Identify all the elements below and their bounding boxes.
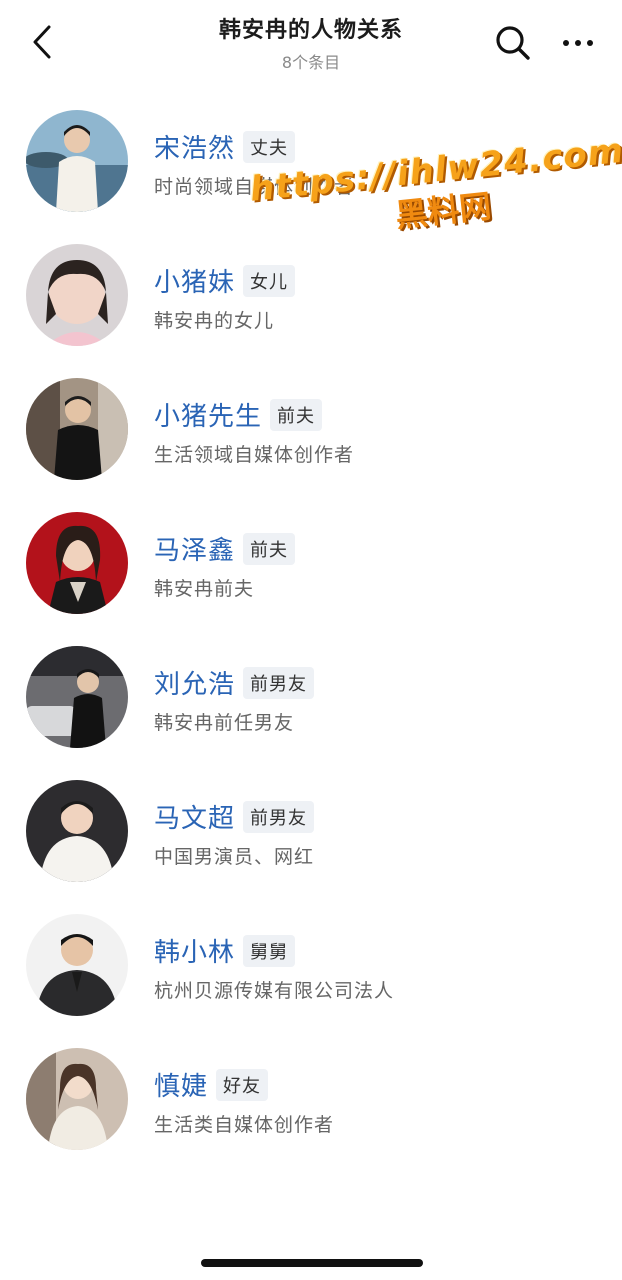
relation-tag: 前夫 — [270, 398, 323, 431]
person-description: 生活领域自媒体创作者 — [154, 444, 355, 466]
person-name[interactable]: 小猪先生 — [154, 396, 262, 433]
relation-tag: 前夫 — [243, 532, 296, 565]
person-description: 韩安冉前夫 — [154, 578, 255, 600]
avatar — [26, 378, 128, 480]
list-item[interactable]: 韩小林 舅舅 杭州贝源传媒有限公司法人 — [0, 912, 622, 1046]
relation-tag: 丈夫 — [243, 130, 296, 163]
relation-tag: 前男友 — [243, 666, 315, 699]
name-row: 小猪先生 前夫 — [154, 396, 323, 433]
person-name[interactable]: 马文超 — [154, 798, 235, 835]
relation-tag: 女儿 — [243, 264, 296, 297]
relation-tag: 前男友 — [243, 800, 315, 833]
avatar — [26, 646, 128, 748]
list-item[interactable]: 马文超 前男友 中国男演员、网红 — [0, 778, 622, 912]
avatar — [26, 780, 128, 882]
name-row: 小猪妹 女儿 — [154, 262, 296, 299]
more-button[interactable] — [556, 22, 600, 64]
list-item[interactable]: 小猪妹 女儿 韩安冉的女儿 — [0, 242, 622, 376]
more-horizontal-icon — [563, 40, 593, 46]
person-name[interactable]: 慎婕 — [154, 1066, 208, 1103]
list-item[interactable]: 刘允浩 前男友 韩安冉前任男友 — [0, 644, 622, 778]
person-description: 时尚领域自媒体创作者 — [154, 176, 355, 198]
list-item[interactable]: 宋浩然 丈夫 时尚领域自媒体创作者 — [0, 108, 622, 242]
person-description: 韩安冉的女儿 — [154, 310, 275, 332]
name-row: 慎婕 好友 — [154, 1066, 269, 1103]
person-description: 生活类自媒体创作者 — [154, 1114, 335, 1136]
relation-tag: 好友 — [216, 1068, 269, 1101]
person-name[interactable]: 韩小林 — [154, 932, 235, 969]
avatar — [26, 110, 128, 212]
person-name[interactable]: 宋浩然 — [154, 128, 235, 165]
relationship-list: 宋浩然 丈夫 时尚领域自媒体创作者 小猪妹 女儿 韩安冉的女儿 小猪先生 前夫 … — [0, 108, 622, 1180]
top-nav-bar: 韩安冉的人物关系 8个条目 — [0, 0, 622, 84]
list-item[interactable]: 小猪先生 前夫 生活领域自媒体创作者 — [0, 376, 622, 510]
list-item[interactable]: 马泽鑫 前夫 韩安冉前夫 — [0, 510, 622, 644]
list-item[interactable]: 慎婕 好友 生活类自媒体创作者 — [0, 1046, 622, 1180]
home-indicator[interactable] — [201, 1259, 423, 1267]
person-description: 韩安冉前任男友 — [154, 712, 295, 734]
relation-tag: 舅舅 — [243, 934, 296, 967]
avatar — [26, 1048, 128, 1150]
name-row: 马文超 前男友 — [154, 798, 315, 835]
person-description: 中国男演员、网红 — [154, 846, 315, 868]
search-icon — [496, 26, 530, 60]
name-row: 宋浩然 丈夫 — [154, 128, 296, 165]
avatar — [26, 512, 128, 614]
avatar — [26, 914, 128, 1016]
name-row: 韩小林 舅舅 — [154, 932, 296, 969]
search-button[interactable] — [492, 22, 534, 64]
person-description: 杭州贝源传媒有限公司法人 — [154, 980, 395, 1002]
person-name[interactable]: 小猪妹 — [154, 262, 235, 299]
name-row: 马泽鑫 前夫 — [154, 530, 296, 567]
name-row: 刘允浩 前男友 — [154, 664, 315, 701]
avatar — [26, 244, 128, 346]
person-name[interactable]: 马泽鑫 — [154, 530, 235, 567]
person-name[interactable]: 刘允浩 — [154, 664, 235, 701]
